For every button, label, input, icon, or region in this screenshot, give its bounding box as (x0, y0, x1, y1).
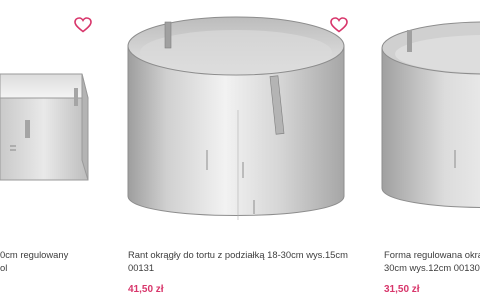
product-image[interactable] (377, 0, 480, 232)
product-image[interactable] (0, 0, 111, 232)
product-card[interactable]: 0cm regulowany ol (0, 0, 111, 300)
product-title[interactable]: Forma regulowana okrąg 30cm wys.12cm 001… (384, 248, 480, 274)
product-title-line: 30cm wys.12cm 00130 (384, 262, 480, 273)
product-carousel: 0cm regulowany ol Rant okrągły do tortu … (0, 0, 480, 300)
wishlist-heart-icon[interactable] (328, 14, 350, 36)
product-price: 31,50 zł (384, 284, 420, 295)
product-title-line: Rant okrągły do tortu z podziałką 18-30c… (128, 249, 348, 260)
product-title[interactable]: Rant okrągły do tortu z podziałką 18-30c… (128, 248, 348, 274)
product-title[interactable]: 0cm regulowany ol (0, 248, 110, 274)
product-title-line: 0cm regulowany (0, 249, 69, 260)
product-card[interactable]: Rant okrągły do tortu z podziałką 18-30c… (121, 0, 357, 300)
product-title-line: ol (0, 262, 8, 273)
product-title-line: 00131 (128, 262, 155, 273)
product-image[interactable] (121, 0, 357, 232)
product-price: 41,50 zł (128, 284, 164, 295)
product-title-line: Forma regulowana okrąg (384, 249, 480, 260)
product-card[interactable]: Forma regulowana okrąg 30cm wys.12cm 001… (377, 0, 480, 300)
wishlist-heart-icon[interactable] (72, 14, 94, 36)
